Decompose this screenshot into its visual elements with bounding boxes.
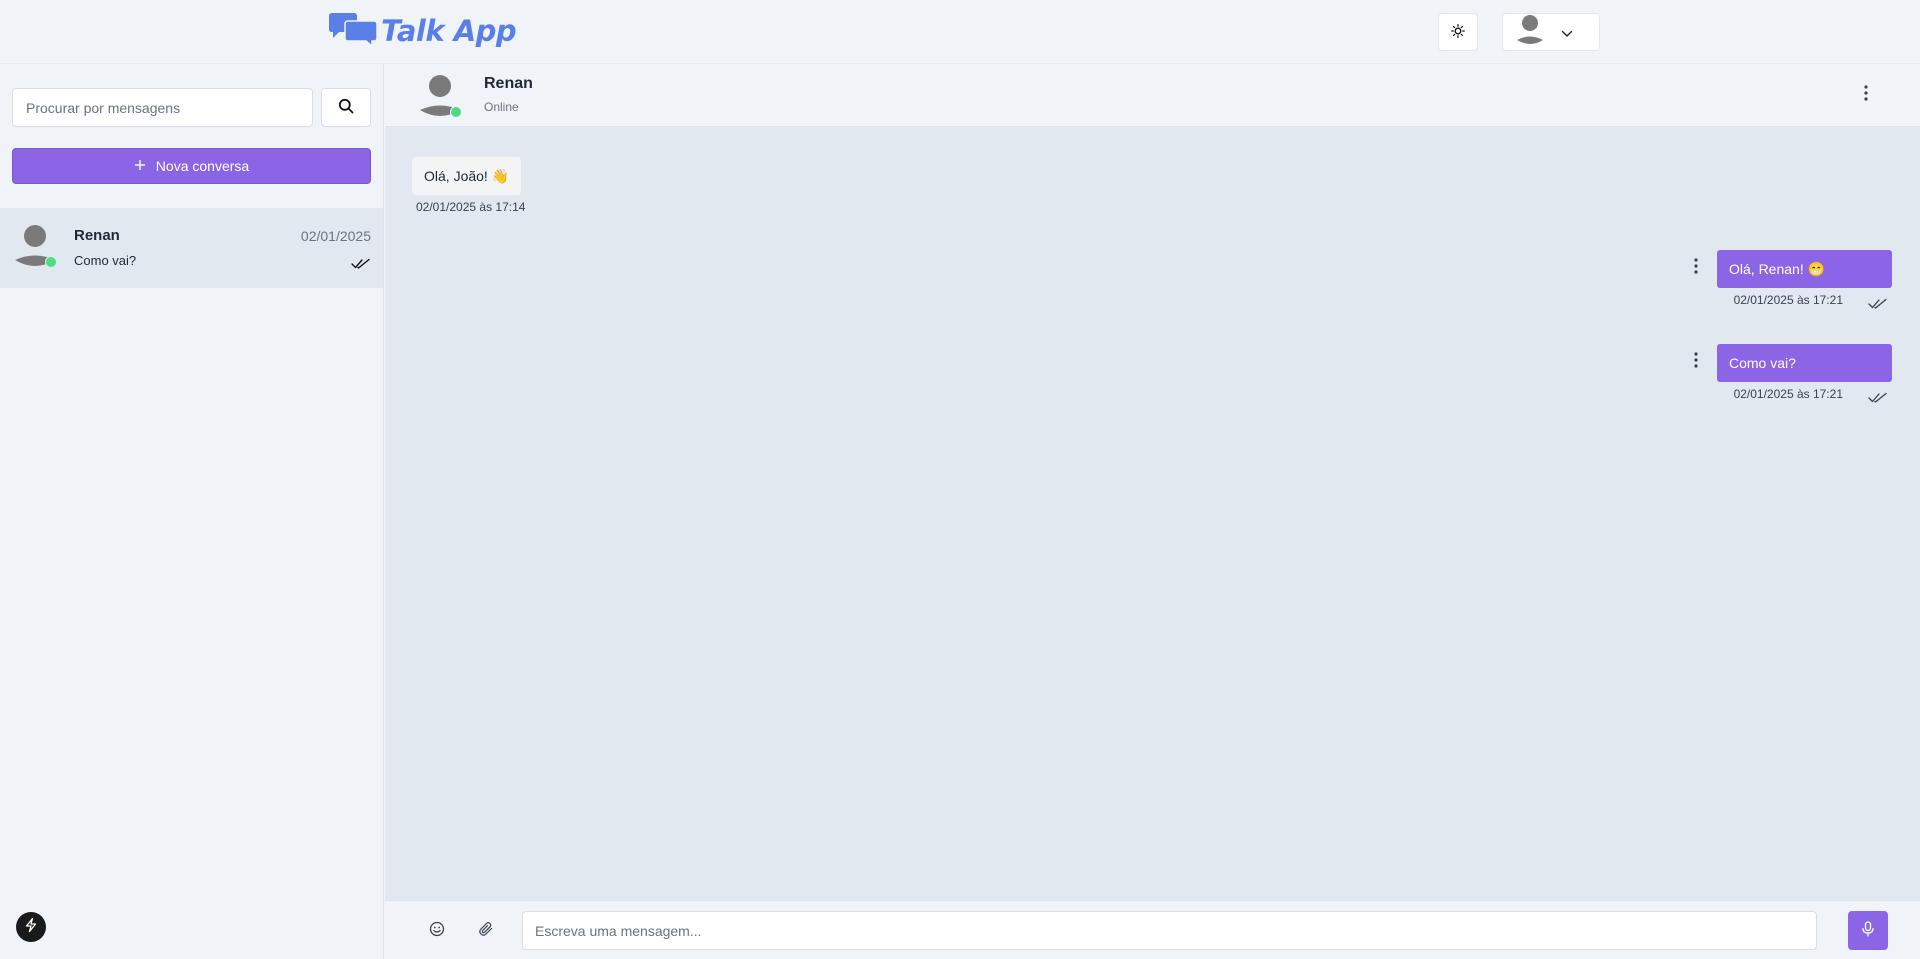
- microphone-icon: [1861, 920, 1875, 941]
- lightning-button[interactable]: [16, 912, 46, 942]
- avatar: [14, 224, 58, 270]
- message-bubble-outgoing[interactable]: Como vai?: [1717, 344, 1892, 382]
- message-list: Olá, João! 👋 02/01/2025 às 17:14 Olá, Re…: [385, 127, 1920, 900]
- search-input[interactable]: [12, 88, 313, 127]
- user-menu-button[interactable]: [1502, 13, 1600, 51]
- search-icon: [338, 98, 354, 118]
- message-options-button[interactable]: [1690, 351, 1702, 373]
- double-check-icon: [351, 255, 371, 274]
- paperclip-icon: [478, 921, 494, 941]
- app-logo[interactable]: Talk App: [327, 12, 517, 50]
- conversation-last-message: Como vai?: [74, 253, 137, 268]
- chat-options-button[interactable]: [1858, 82, 1874, 108]
- vertical-dots-icon: [1864, 85, 1868, 105]
- conversation-date: 02/01/2025: [300, 228, 371, 244]
- new-conversation-label: Nova conversa: [155, 158, 250, 174]
- contact-avatar[interactable]: [419, 74, 463, 120]
- app-name: Talk App: [381, 14, 517, 48]
- contact-name: Renan: [484, 75, 533, 92]
- message-composer: [385, 900, 1920, 959]
- double-check-icon: [1868, 389, 1888, 408]
- vertical-dots-icon: [1694, 258, 1698, 278]
- chat-bubbles-icon: [327, 12, 379, 50]
- attach-button[interactable]: [474, 919, 498, 943]
- user-avatar-icon: [1517, 14, 1543, 50]
- lightning-icon: [23, 917, 39, 937]
- double-check-icon: [1868, 295, 1888, 314]
- emoji-icon: [429, 921, 445, 941]
- message-timestamp: 02/01/2025 às 17:21: [1733, 293, 1843, 307]
- message-bubble-incoming[interactable]: Olá, João! 👋: [412, 157, 522, 195]
- message-input[interactable]: [522, 911, 1817, 950]
- contact-status: Online: [484, 100, 519, 114]
- emoji-button[interactable]: [425, 919, 449, 943]
- conversation-name: Renan: [74, 227, 120, 244]
- chevron-down-icon: [1561, 23, 1573, 42]
- sun-icon: [1451, 23, 1465, 42]
- message-timestamp: 02/01/2025 às 17:14: [416, 200, 526, 214]
- message-bubble-outgoing[interactable]: Olá, Renan! 😁: [1717, 250, 1892, 288]
- theme-toggle-button[interactable]: [1438, 13, 1478, 51]
- message-options-button[interactable]: [1690, 257, 1702, 279]
- message-timestamp: 02/01/2025 às 17:21: [1733, 387, 1843, 401]
- search-button[interactable]: [321, 88, 371, 127]
- chat-header: Renan Online: [385, 64, 1920, 127]
- voice-message-button[interactable]: [1848, 911, 1888, 950]
- conversation-sidebar: Nova conversa Renan 02/01/2025 Como vai?: [0, 64, 384, 959]
- vertical-dots-icon: [1694, 352, 1698, 372]
- top-bar: Talk App: [0, 0, 1920, 64]
- conversation-item[interactable]: Renan 02/01/2025 Como vai?: [0, 208, 383, 288]
- new-conversation-button[interactable]: Nova conversa: [12, 148, 371, 184]
- plus-icon: [134, 158, 146, 174]
